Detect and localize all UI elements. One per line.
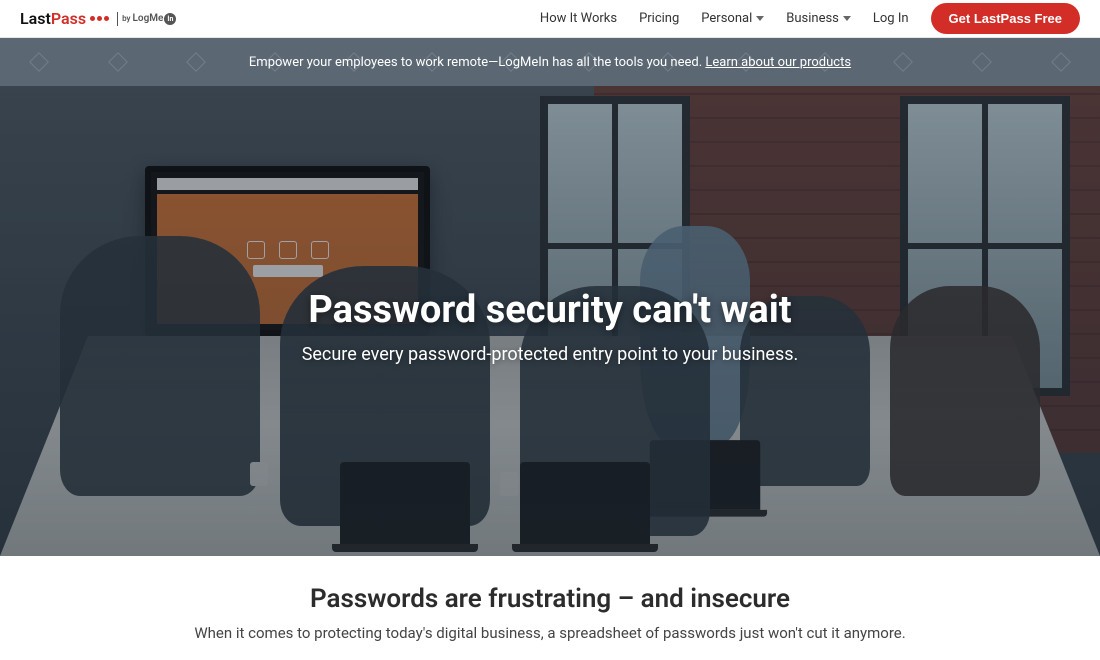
hero-subtitle: Secure every password-protected entry po… bbox=[302, 344, 799, 365]
brand-part1: Last bbox=[20, 9, 51, 28]
hero: Password security can't wait Secure ever… bbox=[0, 86, 1100, 556]
nav-login[interactable]: Log In bbox=[873, 11, 909, 26]
announcement-bar: Empower your employees to work remote—Lo… bbox=[0, 38, 1100, 86]
brand-divider bbox=[117, 12, 118, 26]
nav-label: How It Works bbox=[540, 11, 617, 26]
nav-label: Business bbox=[786, 11, 839, 26]
nav-business[interactable]: Business bbox=[786, 11, 851, 26]
announcement-content: Empower your employees to work remote—Lo… bbox=[249, 55, 851, 70]
brand-parent: LogMe bbox=[133, 13, 164, 24]
intro-section: Passwords are frustrating – and insecure… bbox=[0, 556, 1100, 660]
announcement-link[interactable]: Learn about our products bbox=[705, 55, 851, 70]
brand-part2: Pass bbox=[51, 9, 86, 28]
hero-title: Password security can't wait bbox=[308, 288, 791, 332]
nav-label: Pricing bbox=[639, 11, 679, 26]
announcement-text: Empower your employees to work remote—Lo… bbox=[249, 55, 705, 70]
brand-dots-icon bbox=[90, 16, 109, 21]
get-lastpass-free-button[interactable]: Get LastPass Free bbox=[931, 3, 1080, 34]
intro-title: Passwords are frustrating – and insecure bbox=[40, 584, 1060, 614]
brand-by: by bbox=[122, 15, 130, 23]
nav-pricing[interactable]: Pricing bbox=[639, 11, 679, 26]
site-header: LastPass by LogMe In How It Works Pricin… bbox=[0, 0, 1100, 38]
brand-logo[interactable]: LastPass by LogMe In bbox=[20, 9, 176, 28]
nav-label: Personal bbox=[701, 11, 752, 26]
chevron-down-icon bbox=[843, 16, 851, 21]
nav-personal[interactable]: Personal bbox=[701, 11, 764, 26]
nav-how-it-works[interactable]: How It Works bbox=[540, 11, 617, 26]
hero-text: Password security can't wait Secure ever… bbox=[0, 86, 1100, 556]
intro-body: When it comes to protecting today's digi… bbox=[40, 624, 1060, 642]
nav-label: Log In bbox=[873, 11, 909, 26]
primary-nav: How It Works Pricing Personal Business L… bbox=[540, 3, 1080, 34]
brand-in-badge-icon: In bbox=[164, 13, 176, 25]
chevron-down-icon bbox=[756, 16, 764, 21]
